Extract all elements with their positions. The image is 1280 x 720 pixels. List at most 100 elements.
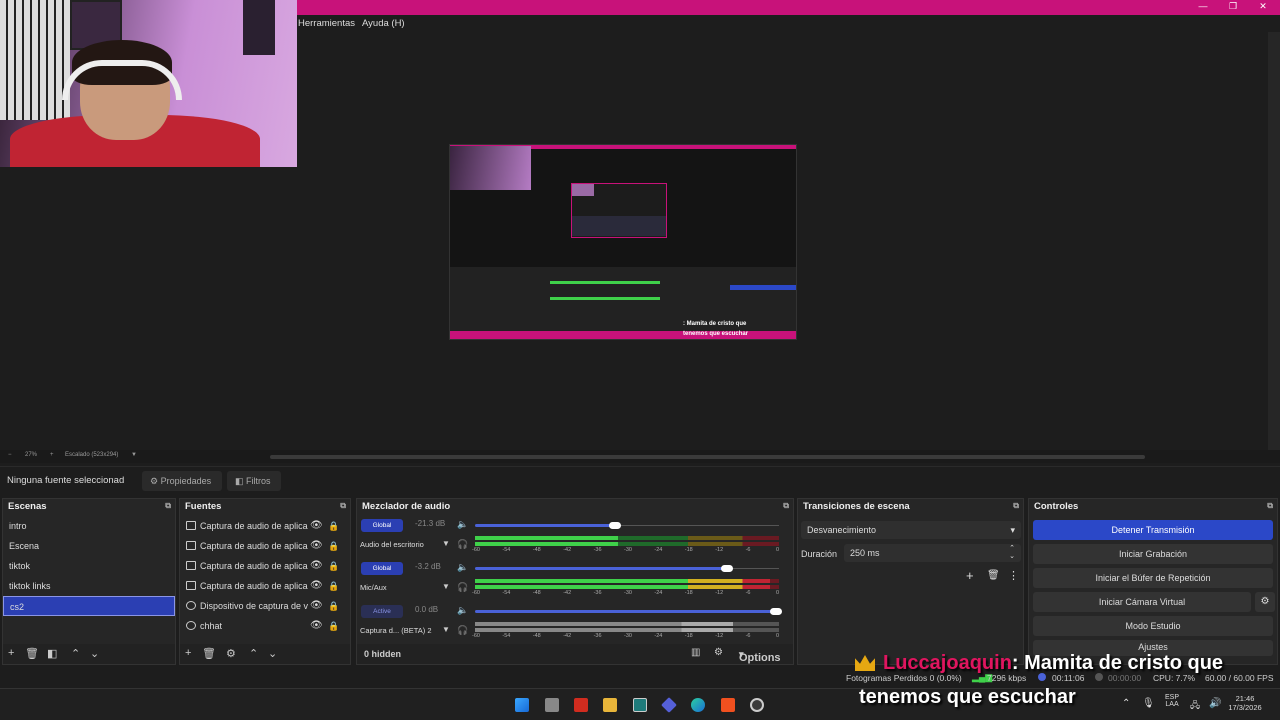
volume-fader-track[interactable] bbox=[614, 525, 779, 526]
maximize-icon[interactable]: ❐ bbox=[1218, 1, 1248, 12]
mute-icon[interactable]: 🔈 bbox=[457, 605, 468, 616]
options-button[interactable]: Options ▾ bbox=[739, 649, 781, 664]
lock-icon[interactable]: 🔒 bbox=[328, 536, 339, 556]
file-explorer-icon[interactable] bbox=[603, 698, 617, 712]
task-view-icon[interactable] bbox=[545, 698, 559, 712]
lock-icon[interactable]: 🔒 bbox=[328, 576, 339, 596]
channel-db: 0.0 dB bbox=[415, 605, 439, 614]
move-up-icon[interactable]: ⌃ bbox=[249, 647, 258, 660]
start-replay-buffer-button[interactable]: Iniciar el Búfer de Repetición bbox=[1033, 568, 1273, 588]
volume-slider-handle[interactable] bbox=[721, 565, 734, 572]
scale-label: Escalado (523x294) bbox=[65, 452, 119, 458]
move-up-icon[interactable]: ⌃ bbox=[71, 647, 80, 660]
undock-icon[interactable]: ⧉ bbox=[165, 501, 171, 511]
meter-scale-label: -54 bbox=[502, 590, 511, 596]
chevron-down-icon[interactable]: ▼ bbox=[442, 539, 450, 548]
volume-fader-fill[interactable] bbox=[475, 524, 615, 527]
lock-icon[interactable]: 🔒 bbox=[328, 616, 339, 636]
obs-icon[interactable] bbox=[750, 698, 764, 712]
eye-icon[interactable]: 👁 bbox=[310, 576, 323, 596]
scene-filters-icon[interactable]: ◧ bbox=[47, 647, 57, 660]
undock-icon[interactable]: ⧉ bbox=[340, 501, 346, 511]
headphones-icon[interactable]: 🎧 bbox=[457, 625, 468, 636]
vegas-icon[interactable] bbox=[633, 698, 647, 712]
stepper-icon[interactable]: ⌃ ⌄ bbox=[1009, 544, 1015, 560]
volume-slider-handle[interactable] bbox=[608, 522, 621, 529]
headphones-icon[interactable]: 🎧 bbox=[457, 582, 468, 593]
duration-label: Duración bbox=[801, 549, 838, 559]
eye-icon[interactable]: 👁 bbox=[310, 556, 323, 576]
source-item[interactable]: chhat 👁 🔒 bbox=[180, 616, 350, 636]
close-icon[interactable]: ✕ bbox=[1248, 1, 1278, 12]
lock-icon[interactable]: 🔒 bbox=[328, 556, 339, 576]
volume-fader-fill[interactable] bbox=[475, 567, 728, 570]
mixer-title-text: Mezclador de audio bbox=[362, 501, 451, 512]
volume-icon[interactable]: 🔈 bbox=[457, 519, 468, 530]
pdf-reader-icon[interactable] bbox=[574, 698, 588, 712]
start-virtual-camera-button[interactable]: Iniciar Cámara Virtual bbox=[1033, 592, 1251, 612]
scene-item-cs2[interactable]: cs2 bbox=[3, 596, 175, 616]
add-scene-icon[interactable]: + bbox=[8, 647, 14, 659]
virtual-camera-settings-icon[interactable]: ⚙ bbox=[1255, 592, 1275, 612]
preview-horizontal-scrollbar[interactable] bbox=[270, 455, 1145, 459]
meter-scale-label: -60 bbox=[472, 547, 480, 553]
scene-item-tiktok[interactable]: tiktok bbox=[3, 556, 175, 576]
menu-tools[interactable]: Herramientas bbox=[298, 18, 355, 29]
headphones-icon[interactable]: 🎧 bbox=[457, 539, 468, 550]
scene-item-escena[interactable]: Escena bbox=[3, 536, 175, 556]
move-down-icon[interactable]: ⌄ bbox=[90, 647, 99, 660]
edge-icon[interactable] bbox=[691, 698, 705, 712]
lock-icon[interactable]: 🔒 bbox=[328, 596, 339, 616]
source-item[interactable]: Captura de audio de aplica 👁 🔒 bbox=[180, 536, 350, 556]
source-item[interactable]: Captura de audio de aplica 👁 🔒 bbox=[180, 516, 350, 536]
remove-transition-icon[interactable]: 🗑 bbox=[987, 570, 1000, 581]
undock-icon[interactable]: ⧉ bbox=[1267, 501, 1273, 511]
start-recording-button[interactable]: Iniciar Grabación bbox=[1033, 544, 1273, 564]
webcam-overlay bbox=[0, 0, 297, 167]
transition-select[interactable]: Desvanecimiento ▾ bbox=[801, 521, 1021, 539]
add-source-icon[interactable]: + bbox=[185, 647, 191, 659]
remove-scene-icon[interactable]: 🗑 bbox=[25, 647, 39, 660]
minimize-icon[interactable]: — bbox=[1188, 1, 1218, 11]
volume-icon[interactable]: 🔈 bbox=[457, 562, 468, 573]
scene-item-tiktok-links[interactable]: tiktok links bbox=[3, 576, 175, 596]
stop-streaming-button[interactable]: Detener Transmisión bbox=[1033, 520, 1273, 540]
lock-icon[interactable]: 🔒 bbox=[328, 516, 339, 536]
eye-icon[interactable]: 👁 bbox=[310, 616, 323, 636]
source-item[interactable]: Dispositivo de captura de v 👁 🔒 bbox=[180, 596, 350, 616]
scene-item-intro[interactable]: intro bbox=[3, 516, 175, 536]
zoom-out-icon[interactable]: − bbox=[8, 452, 12, 458]
properties-button[interactable]: ⚙ Propiedades bbox=[142, 471, 222, 491]
more-options-icon[interactable]: ⋮ bbox=[1008, 569, 1019, 582]
layout-icon[interactable]: ▥ bbox=[691, 647, 700, 658]
zoom-in-icon[interactable]: + bbox=[50, 452, 54, 458]
brave-icon[interactable] bbox=[721, 698, 735, 712]
volume-fader-track[interactable] bbox=[727, 568, 779, 569]
volume-fader-fill[interactable] bbox=[475, 610, 776, 613]
chevron-down-icon[interactable]: ▼ bbox=[442, 582, 450, 591]
duration-input[interactable]: 250 ms ⌃ ⌄ bbox=[844, 544, 1021, 562]
eye-icon[interactable]: 👁 bbox=[310, 536, 323, 556]
scale-dropdown-icon[interactable]: ▼ bbox=[131, 452, 137, 458]
source-settings-icon[interactable]: ⚙ bbox=[226, 647, 236, 660]
filters-button[interactable]: ◧ Filtros bbox=[227, 471, 281, 491]
windows-start-icon[interactable] bbox=[515, 698, 529, 712]
undock-icon[interactable]: ⧉ bbox=[1013, 501, 1019, 511]
preview-vertical-scrollbar[interactable] bbox=[1268, 32, 1280, 450]
eye-icon[interactable]: 👁 bbox=[310, 516, 323, 536]
source-item[interactable]: Captura de audio de aplica 👁 🔒 bbox=[180, 576, 350, 596]
studio-mode-button[interactable]: Modo Estudio bbox=[1033, 616, 1273, 636]
app-icon[interactable] bbox=[661, 697, 677, 713]
stream-preview[interactable]: : Mamita de cristo que tenemos que escuc… bbox=[449, 144, 797, 340]
mixer-config-icon[interactable]: ⚙ bbox=[714, 647, 723, 658]
eye-icon[interactable]: 👁 bbox=[310, 596, 323, 616]
source-item[interactable]: Captura de audio de aplica 👁 🔒 bbox=[180, 556, 350, 576]
volume-slider-handle[interactable] bbox=[769, 608, 782, 615]
meter-scale-label: -12 bbox=[715, 590, 724, 596]
add-transition-icon[interactable]: + bbox=[966, 568, 974, 583]
remove-source-icon[interactable]: 🗑 bbox=[202, 647, 216, 660]
undock-icon[interactable]: ⧉ bbox=[783, 501, 789, 511]
chevron-down-icon[interactable]: ▼ bbox=[442, 625, 450, 634]
menu-help[interactable]: Ayuda (H) bbox=[362, 18, 405, 29]
move-down-icon[interactable]: ⌄ bbox=[268, 647, 277, 660]
